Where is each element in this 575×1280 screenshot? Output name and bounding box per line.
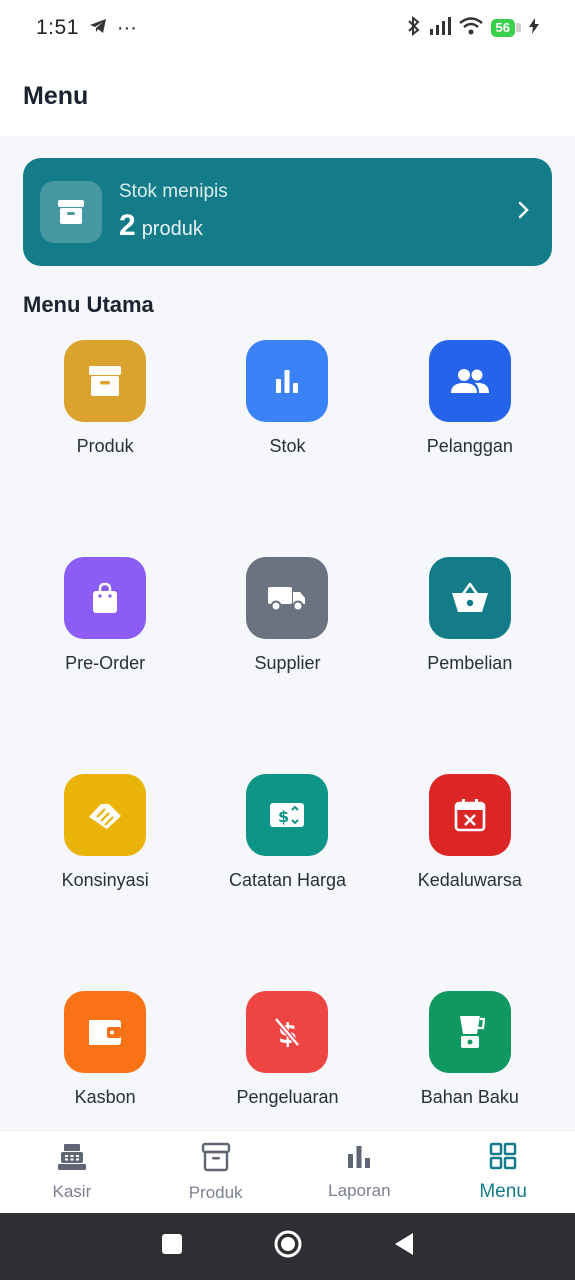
low-stock-label: Stok menipis [119,181,228,202]
home-button[interactable] [273,1229,303,1264]
low-stock-text: Stok menipis 2 produk [119,181,518,243]
nav-label-laporan: Laporan [328,1180,391,1200]
grid-icon [489,1142,517,1175]
menu-label: Catatan Harga [228,870,347,890]
nav-label-menu: Menu [479,1180,527,1202]
main-menu-grid: Produk Stok Pelanggan Pre-Order Supplier… [14,340,561,1208]
menu-label: Pembelian [427,653,513,673]
menu-item-kedaluwarsa[interactable]: Kedaluwarsa [379,774,561,991]
recents-button[interactable] [161,1233,183,1260]
low-stock-count: 2 [119,209,136,242]
price-tag-icon: $ [246,774,329,856]
nav-item-menu[interactable]: Menu [432,1142,575,1203]
status-bar: 1:51 ··· 56 [0,0,575,56]
menu-item-catatan-harga[interactable]: $ Catatan Harga [196,774,378,991]
menu-label: Kasbon [74,1087,136,1107]
low-stock-unit: produk [141,218,203,240]
nav-label-kasir: Kasir [52,1181,92,1201]
menu-label: Produk [76,436,134,456]
chevron-right-icon [518,201,530,224]
section-title-main-menu: Menu Utama [23,292,154,317]
system-nav-bar [0,1213,575,1280]
svg-text:$: $ [278,807,289,826]
menu-item-pembelian[interactable]: Pembelian [379,557,561,774]
menu-label: Pelanggan [426,436,513,456]
battery-indicator: 56 [490,19,522,37]
more-notifications: ··· [116,16,137,39]
nav-item-produk[interactable]: Produk [144,1142,287,1203]
back-button[interactable] [393,1232,415,1261]
bar-chart-icon [346,1144,372,1175]
nav-label-produk: Produk [188,1182,243,1202]
app-header: Menu [0,56,575,136]
page-title: Menu [23,81,89,110]
menu-item-produk[interactable]: Produk [14,340,196,557]
archive-icon [40,181,102,243]
basket-icon [428,557,511,639]
status-left: 1:51 ··· [36,16,137,40]
nav-item-laporan[interactable]: Laporan [288,1144,431,1201]
truck-icon [246,557,329,639]
menu-label: Pengeluaran [236,1087,339,1107]
archive-icon [201,1142,231,1177]
menu-label: Konsinyasi [61,870,149,890]
status-time: 1:51 [36,16,79,39]
menu-item-konsinyasi[interactable]: Konsinyasi [14,774,196,991]
users-icon [428,340,511,422]
cash-register-icon [57,1143,87,1176]
nav-item-kasir[interactable]: Kasir [0,1143,143,1202]
calendar-x-icon [428,774,511,856]
menu-label: Supplier [254,653,321,673]
bottom-nav: Kasir Produk Laporan Menu [0,1130,575,1213]
menu-item-pelanggan[interactable]: Pelanggan [379,340,561,557]
bar-chart-icon [246,340,329,422]
wifi-icon [458,16,483,40]
blender-icon [428,991,511,1073]
low-stock-card[interactable]: Stok menipis 2 produk [23,158,552,266]
menu-item-pre-order[interactable]: Pre-Order [14,557,196,774]
menu-item-stok[interactable]: Stok [196,340,378,557]
menu-label: Kedaluwarsa [417,870,522,890]
handshake-icon [64,774,147,856]
charging-icon [529,17,539,39]
archive-icon [64,340,147,422]
status-right: 56 [407,15,539,41]
low-stock-value: 2 produk [119,209,518,243]
menu-label: Stok [269,436,306,456]
bluetooth-icon [407,15,421,41]
shopping-bag-icon [64,557,147,639]
signal-icon [429,16,451,40]
menu-label: Bahan Baku [420,1087,519,1107]
menu-label: Pre-Order [65,653,146,673]
menu-item-supplier[interactable]: Supplier [196,557,378,774]
telegram-icon [89,17,107,40]
wallet-icon [64,991,147,1073]
money-off-icon: $ [246,991,329,1073]
